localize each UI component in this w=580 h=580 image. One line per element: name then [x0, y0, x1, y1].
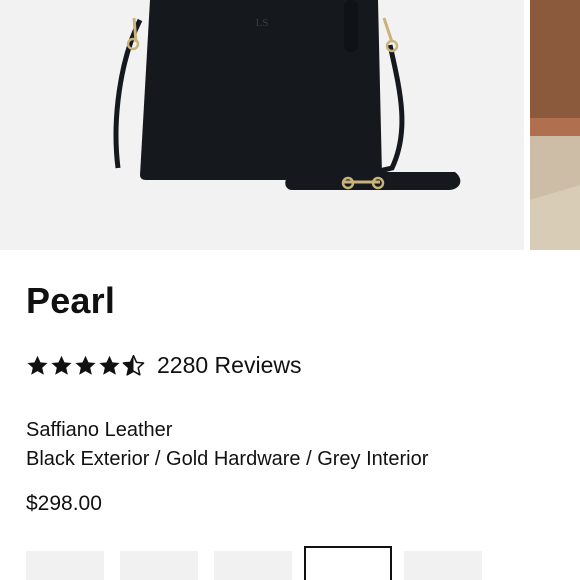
color-swatch[interactable]: [26, 551, 104, 580]
star-full-icon: [27, 355, 48, 375]
product-photo-main[interactable]: LS: [0, 0, 524, 250]
product-image-gallery[interactable]: LS: [0, 0, 580, 250]
lifestyle-photo-illustration: [530, 0, 580, 250]
product-title: Pearl: [26, 280, 116, 321]
star-half-icon: [122, 354, 145, 376]
selected-variant-description: Black Exterior / Gold Hardware / Grey In…: [26, 448, 429, 470]
bag-monogram: LS: [256, 17, 269, 29]
reviews-link[interactable]: 2280 Reviews: [157, 352, 301, 379]
product-photo-next-preview[interactable]: [530, 0, 580, 250]
color-swatch[interactable]: [214, 551, 292, 580]
product-material: Saffiano Leather: [26, 419, 173, 441]
color-swatch-selected[interactable]: [304, 546, 392, 580]
rating-row[interactable]: 2280 Reviews: [26, 350, 301, 380]
color-swatch[interactable]: [404, 551, 482, 580]
star-full-icon: [75, 355, 96, 375]
star-rating: [26, 354, 145, 377]
star-full-icon: [99, 355, 120, 375]
color-swatch[interactable]: [120, 551, 198, 580]
color-swatch-list: [26, 546, 580, 580]
bag-illustration: LS: [113, 0, 461, 190]
star-full-icon: [51, 355, 72, 375]
product-price: $298.00: [26, 492, 102, 515]
